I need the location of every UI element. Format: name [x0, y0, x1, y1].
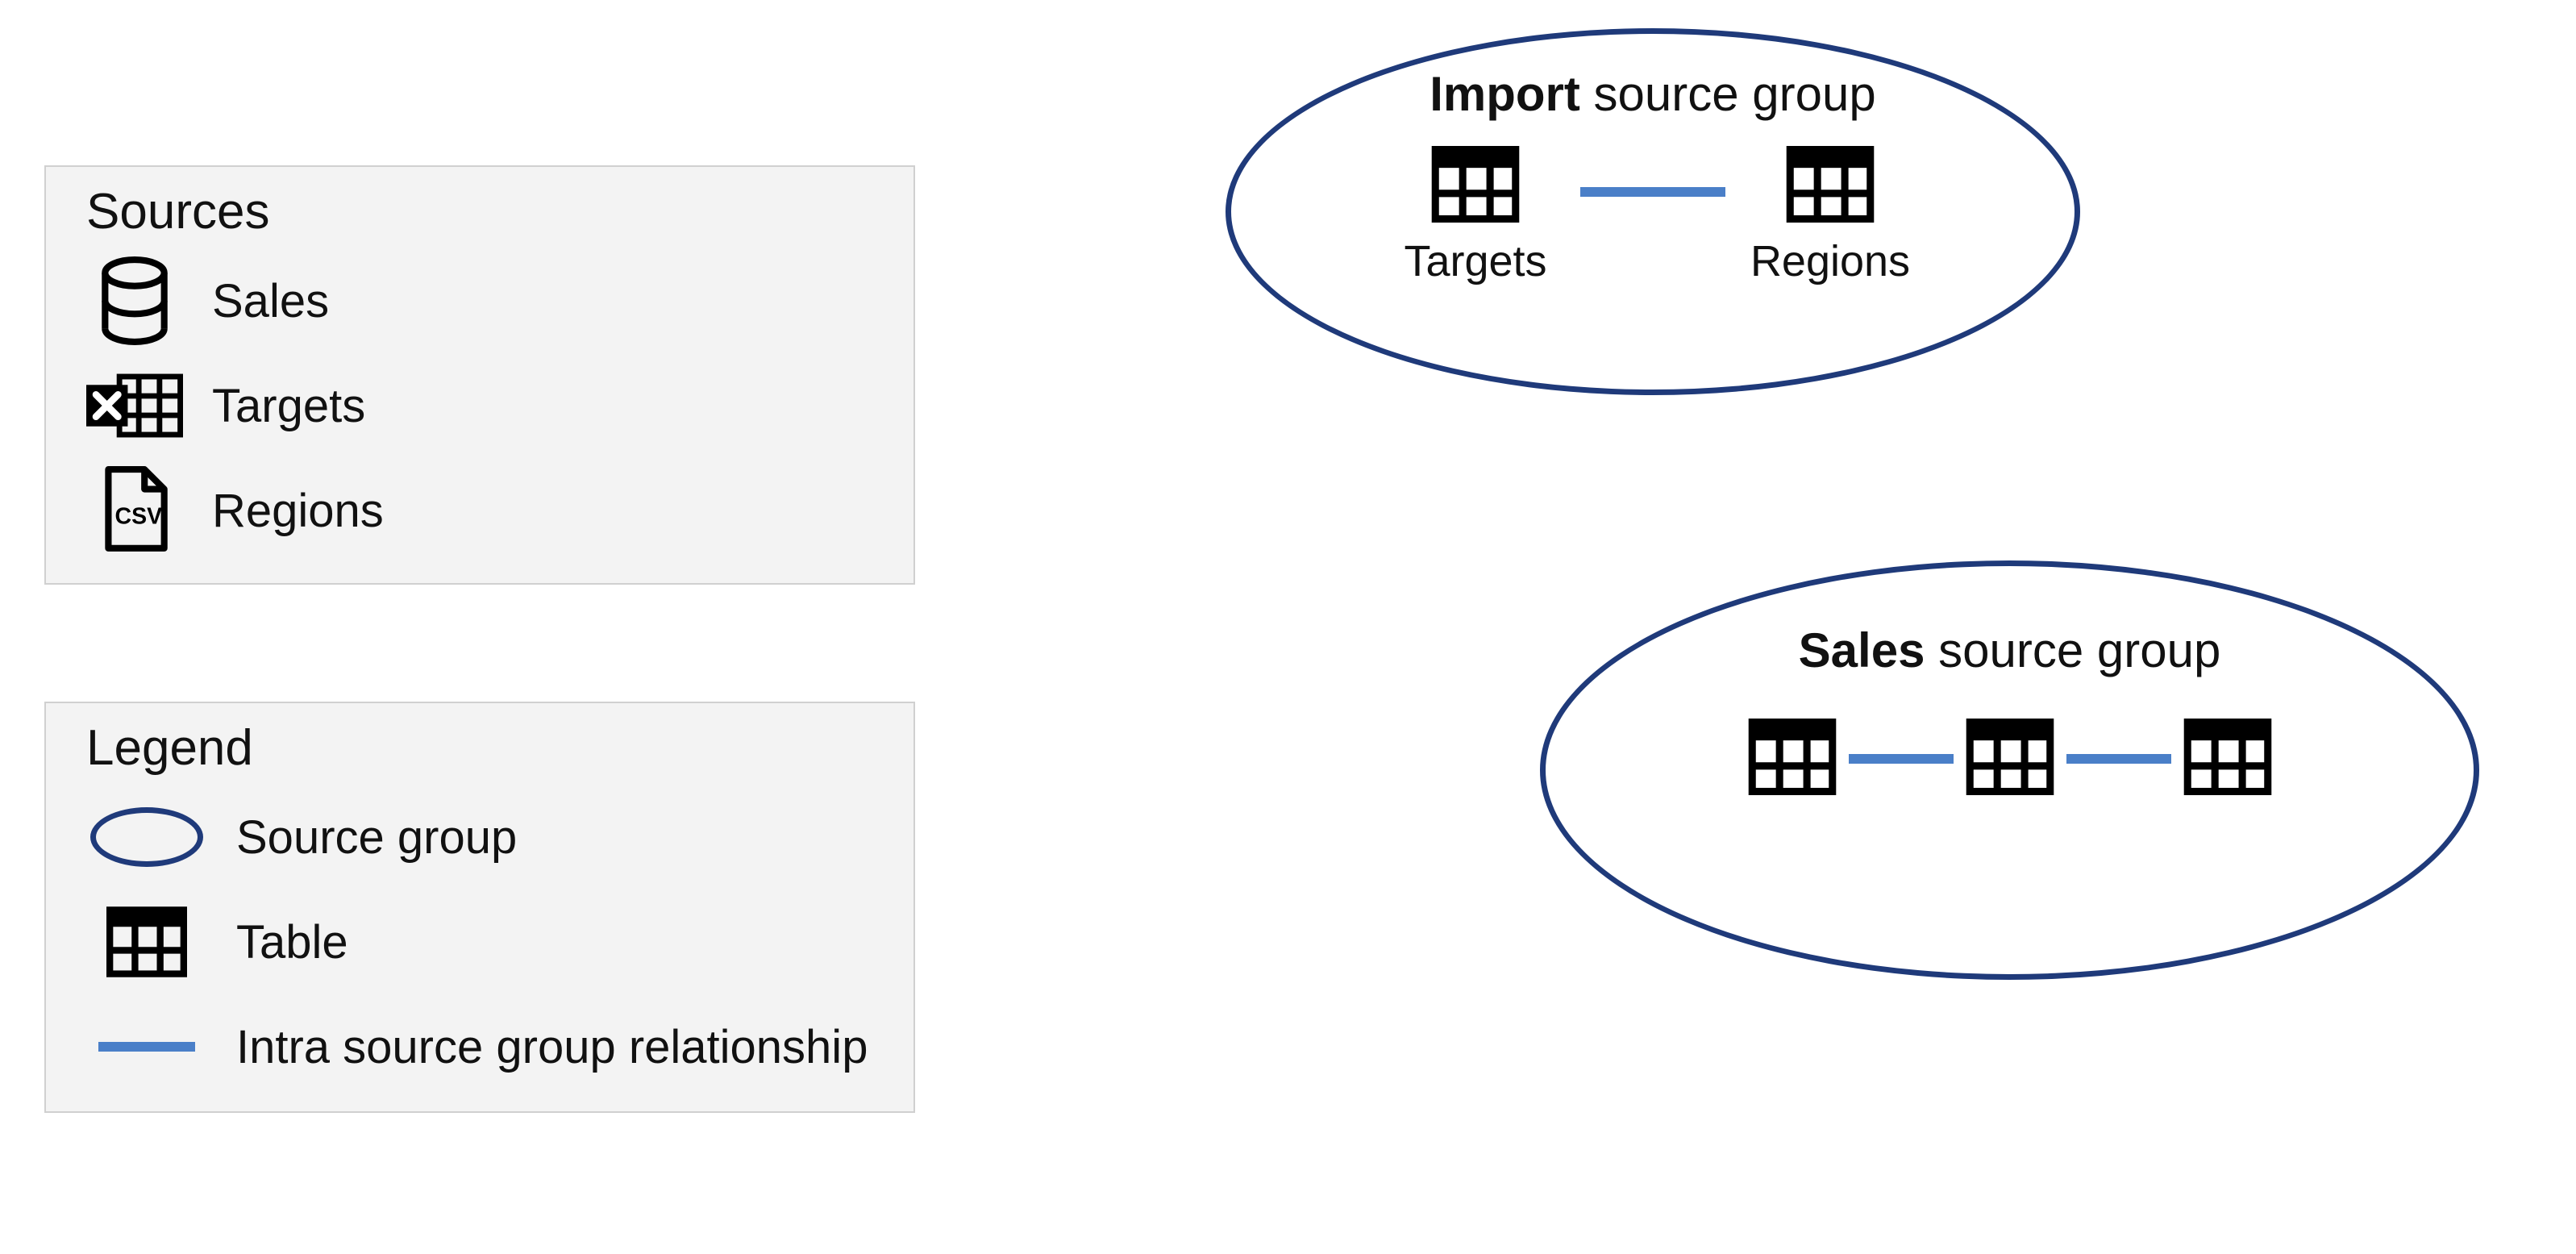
- sources-panel: Sources Sales: [44, 165, 915, 585]
- import-title-rest: source group: [1580, 67, 1876, 121]
- import-group-title: Import source group: [1429, 66, 1876, 122]
- sales-tables-row: [1736, 719, 2284, 799]
- legend-row-relationship: Intra source group relationship: [86, 994, 881, 1099]
- table-icon: [1786, 146, 1875, 227]
- sales-table: [1736, 719, 1849, 799]
- excel-icon: [86, 365, 183, 446]
- source-label: Sales: [212, 274, 329, 328]
- table-icon: [86, 906, 207, 978]
- source-label: Targets: [212, 379, 365, 433]
- legend-title: Legend: [86, 719, 881, 777]
- database-icon: [86, 256, 183, 345]
- table-icon: [1431, 146, 1520, 227]
- source-label: Regions: [212, 484, 384, 538]
- source-row-sales: Sales: [86, 248, 881, 353]
- sales-title-rest: source group: [1925, 623, 2220, 677]
- import-table-targets: Targets: [1371, 146, 1580, 286]
- table-icon: [1748, 719, 1837, 799]
- relationship-line-icon: [86, 1042, 207, 1052]
- ellipse-icon: [86, 807, 207, 867]
- import-table-label: Targets: [1404, 236, 1546, 286]
- sales-title-bold: Sales: [1799, 623, 1925, 677]
- import-tables-row: Targets Regions: [1371, 146, 1935, 286]
- sales-table: [1954, 719, 2066, 799]
- legend-label: Source group: [236, 810, 517, 864]
- table-icon: [1966, 719, 2054, 799]
- relationship-line: [2066, 754, 2171, 764]
- sales-source-group: Sales source group: [1540, 560, 2479, 980]
- source-row-regions: CSV Regions: [86, 458, 881, 563]
- legend-label: Intra source group relationship: [236, 1020, 868, 1074]
- legend-row-source-group: Source group: [86, 785, 881, 889]
- diagram-canvas: Sources Sales: [0, 0, 2576, 1254]
- relationship-line: [1849, 754, 1954, 764]
- import-title-bold: Import: [1429, 67, 1580, 121]
- sales-table: [2171, 719, 2284, 799]
- legend-label: Table: [236, 915, 348, 969]
- import-table-label: Regions: [1750, 236, 1910, 286]
- csv-file-icon: CSV: [86, 466, 183, 555]
- sources-title: Sources: [86, 183, 881, 240]
- svg-text:CSV: CSV: [115, 503, 163, 529]
- source-row-targets: Targets: [86, 353, 881, 458]
- sales-group-title: Sales source group: [1799, 623, 2221, 678]
- import-table-regions: Regions: [1725, 146, 1935, 286]
- relationship-line: [1580, 187, 1725, 197]
- legend-row-table: Table: [86, 889, 881, 994]
- legend-panel: Legend Source group Table: [44, 702, 915, 1113]
- table-icon: [2183, 719, 2272, 799]
- import-source-group: Import source group Targets: [1226, 28, 2080, 395]
